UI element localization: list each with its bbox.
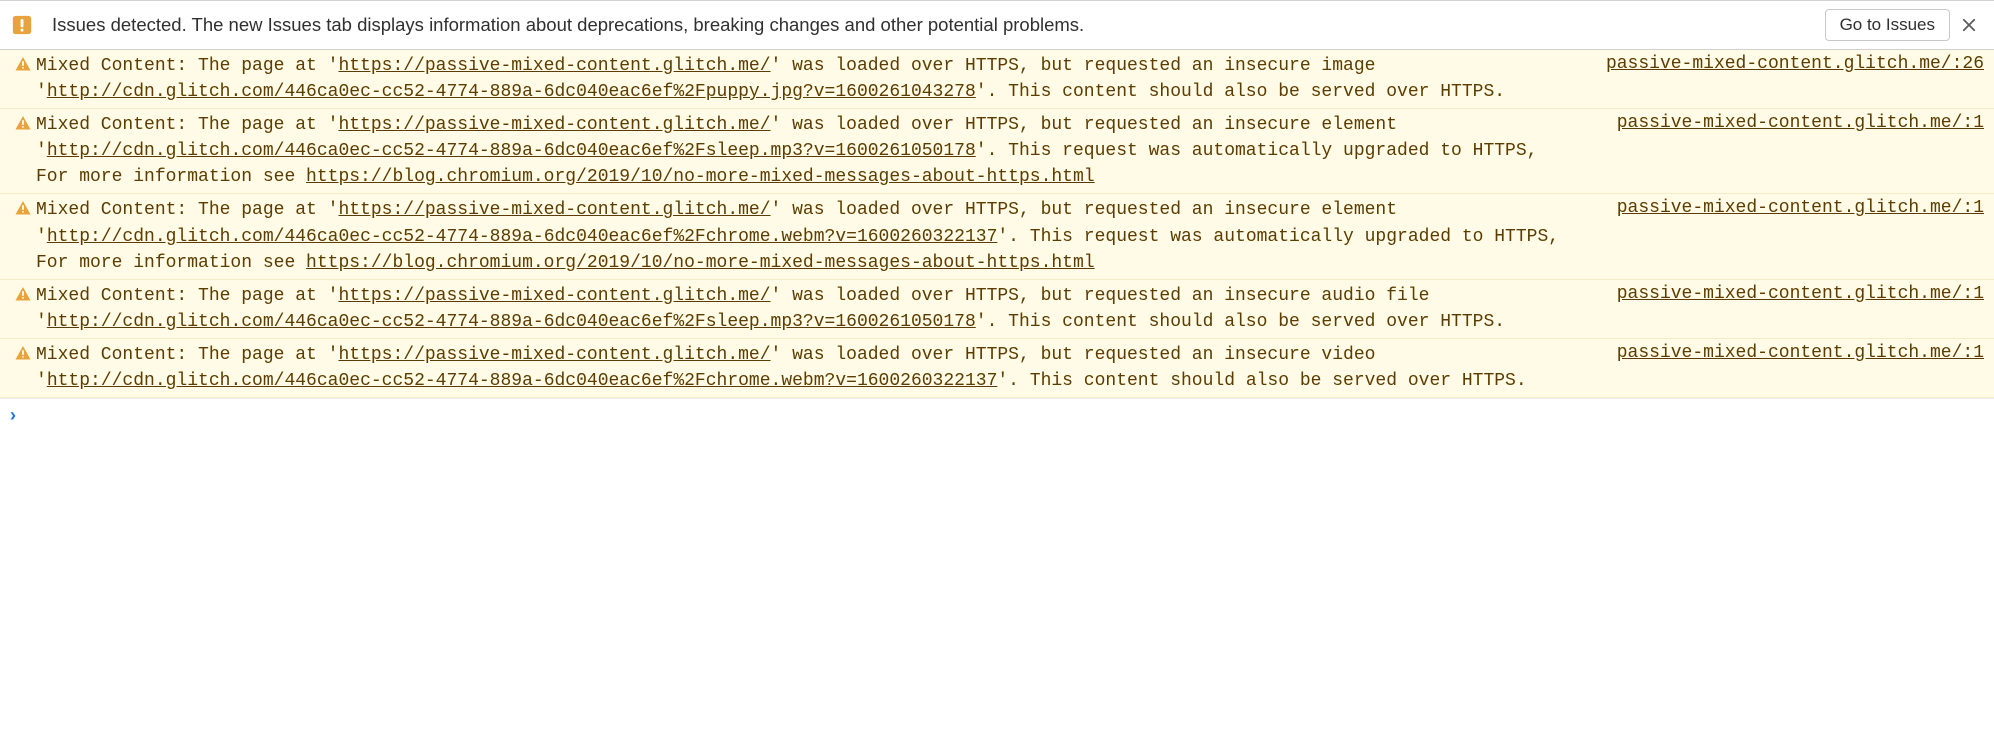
message-text: Mixed Content: The page at 'https://pass… (36, 283, 1577, 335)
url-link[interactable]: http://cdn.glitch.com/446ca0ec-cc52-4774… (47, 141, 976, 161)
url-link[interactable]: https://passive-mixed-content.glitch.me/ (338, 345, 770, 365)
prompt-caret-icon: › (10, 405, 16, 425)
issues-text: Issues detected. The new Issues tab disp… (52, 14, 1825, 36)
console-message-list: Mixed Content: The page at 'https://pass… (0, 50, 1994, 398)
message-body: Mixed Content: The page at 'https://pass… (36, 53, 1576, 105)
source-link[interactable]: passive-mixed-content.glitch.me/:1 (1587, 342, 1984, 363)
url-link[interactable]: https://blog.chromium.org/2019/10/no-mor… (306, 253, 1095, 273)
warning-icon (10, 283, 36, 302)
message-text: Mixed Content: The page at 'https://pass… (36, 342, 1577, 394)
url-link[interactable]: http://cdn.glitch.com/446ca0ec-cc52-4774… (47, 371, 998, 391)
console-warning-row: Mixed Content: The page at 'https://pass… (0, 339, 1994, 398)
warning-icon (10, 342, 36, 361)
console-warning-row: Mixed Content: The page at 'https://pass… (0, 50, 1994, 109)
message-body: Mixed Content: The page at 'https://pass… (36, 197, 1587, 275)
warning-icon (10, 197, 36, 216)
url-link[interactable]: https://passive-mixed-content.glitch.me/ (338, 286, 770, 306)
issues-icon (10, 13, 34, 37)
message-text: Mixed Content: The page at 'https://pass… (36, 53, 1566, 105)
source-link[interactable]: passive-mixed-content.glitch.me/:26 (1576, 53, 1984, 74)
url-link[interactable]: https://passive-mixed-content.glitch.me/ (338, 200, 770, 220)
source-link[interactable]: passive-mixed-content.glitch.me/:1 (1587, 283, 1984, 304)
console-warning-row: Mixed Content: The page at 'https://pass… (0, 109, 1994, 194)
source-link[interactable]: passive-mixed-content.glitch.me/:1 (1587, 197, 1984, 218)
url-link[interactable]: https://passive-mixed-content.glitch.me/ (338, 56, 770, 76)
close-icon[interactable] (1958, 14, 1980, 36)
source-link[interactable]: passive-mixed-content.glitch.me/:1 (1587, 112, 1984, 133)
console-warning-row: Mixed Content: The page at 'https://pass… (0, 194, 1994, 279)
message-body: Mixed Content: The page at 'https://pass… (36, 283, 1587, 335)
message-text: Mixed Content: The page at 'https://pass… (36, 197, 1577, 275)
go-to-issues-button[interactable]: Go to Issues (1825, 9, 1950, 41)
console-panel: Issues detected. The new Issues tab disp… (0, 0, 1994, 432)
console-warning-row: Mixed Content: The page at 'https://pass… (0, 280, 1994, 339)
url-link[interactable]: https://passive-mixed-content.glitch.me/ (338, 115, 770, 135)
url-link[interactable]: https://blog.chromium.org/2019/10/no-mor… (306, 167, 1095, 187)
message-body: Mixed Content: The page at 'https://pass… (36, 342, 1587, 394)
issues-detected-bar: Issues detected. The new Issues tab disp… (0, 0, 1994, 50)
message-text: Mixed Content: The page at 'https://pass… (36, 112, 1577, 190)
message-body: Mixed Content: The page at 'https://pass… (36, 112, 1587, 190)
warning-icon (10, 112, 36, 131)
warning-icon (10, 53, 36, 72)
url-link[interactable]: http://cdn.glitch.com/446ca0ec-cc52-4774… (47, 227, 998, 247)
console-prompt[interactable]: › (0, 398, 1994, 432)
url-link[interactable]: http://cdn.glitch.com/446ca0ec-cc52-4774… (47, 312, 976, 332)
url-link[interactable]: http://cdn.glitch.com/446ca0ec-cc52-4774… (47, 82, 976, 102)
